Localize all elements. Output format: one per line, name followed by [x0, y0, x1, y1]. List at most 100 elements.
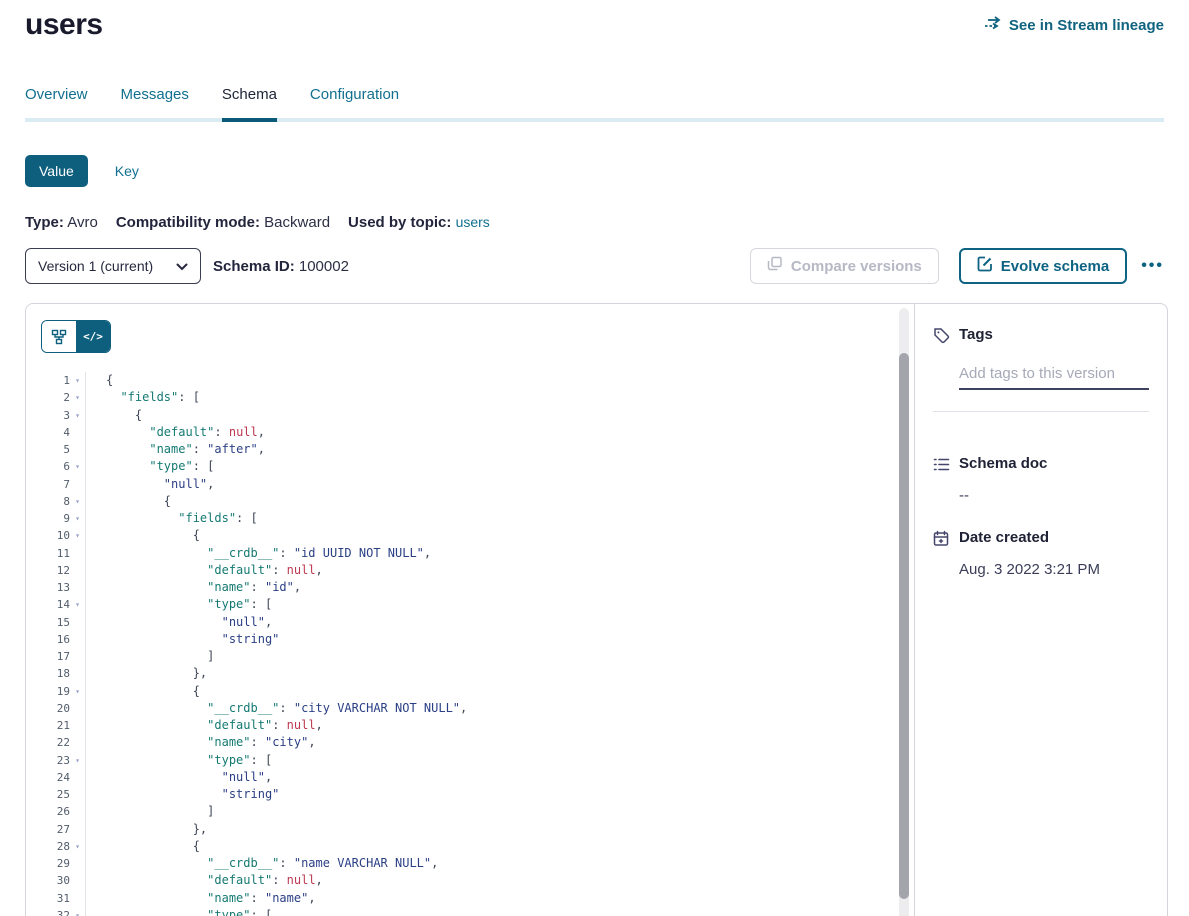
- code-view-button[interactable]: </>: [76, 321, 110, 352]
- schema-doc-value: --: [959, 487, 1149, 504]
- code-line-23: 23▾ "type": [: [26, 752, 898, 769]
- schema-type: Type: Avro: [25, 214, 98, 231]
- fold-spacer: [70, 803, 85, 820]
- line-number: 22: [26, 734, 70, 751]
- value-toggle-button[interactable]: Value: [25, 155, 88, 187]
- fold-spacer: [70, 855, 85, 872]
- value-key-toggle: Value Key: [25, 155, 1164, 187]
- tree-view-button[interactable]: [42, 321, 76, 352]
- code-text: "__crdb__": "city VARCHAR NOT NULL",: [86, 700, 467, 717]
- code-line-9: 9▾ "fields": [: [26, 510, 898, 527]
- version-select[interactable]: Version 1 (current): [25, 248, 201, 284]
- code-text: {: [86, 493, 171, 510]
- fold-toggle-icon[interactable]: ▾: [70, 596, 85, 613]
- code-line-6: 6▾ "type": [: [26, 458, 898, 475]
- fold-toggle-icon[interactable]: ▾: [70, 527, 85, 544]
- fold-spacer: [70, 717, 85, 734]
- add-tags-input[interactable]: [959, 365, 1149, 390]
- compatibility-mode: Compatibility mode: Backward: [116, 214, 330, 231]
- code-text: ]: [86, 803, 214, 820]
- line-number: 6: [26, 458, 70, 475]
- code-line-5: 5 "name": "after",: [26, 441, 898, 458]
- tab-configuration[interactable]: Configuration: [310, 86, 399, 118]
- fold-toggle-icon[interactable]: ▾: [70, 372, 85, 389]
- code-line-14: 14▾ "type": [: [26, 596, 898, 613]
- line-number: 24: [26, 769, 70, 786]
- fold-spacer: [70, 441, 85, 458]
- fold-spacer: [70, 614, 85, 631]
- key-toggle-link[interactable]: Key: [115, 163, 139, 179]
- code-line-7: 7 "null",: [26, 476, 898, 493]
- code-text: {: [86, 407, 142, 424]
- fold-toggle-icon[interactable]: ▾: [70, 389, 85, 406]
- version-toolbar: Version 1 (current) Schema ID: 100002 Co…: [25, 248, 1164, 284]
- code-line-11: 11 "__crdb__": "id UUID NOT NULL",: [26, 545, 898, 562]
- editor-view-toggle: </>: [41, 320, 111, 353]
- sidebar-divider: [933, 411, 1149, 412]
- code-text: "name": "id",: [86, 579, 301, 596]
- tab-messages[interactable]: Messages: [121, 86, 189, 118]
- topic-link[interactable]: users: [456, 214, 490, 230]
- stream-lineage-icon: [984, 16, 1002, 34]
- editor-scrollbar-thumb[interactable]: [899, 353, 909, 899]
- chevron-down-icon: [176, 258, 188, 274]
- list-icon: [933, 456, 950, 478]
- line-number: 17: [26, 648, 70, 665]
- tab-overview[interactable]: Overview: [25, 86, 88, 118]
- code-line-3: 3▾ {: [26, 407, 898, 424]
- line-number: 3: [26, 407, 70, 424]
- code-text: {: [86, 527, 200, 544]
- evolve-schema-button[interactable]: Evolve schema: [959, 248, 1127, 284]
- fold-toggle-icon[interactable]: ▾: [70, 493, 85, 510]
- fold-toggle-icon[interactable]: ▾: [70, 683, 85, 700]
- fold-toggle-icon[interactable]: ▾: [70, 752, 85, 769]
- line-number: 5: [26, 441, 70, 458]
- tab-bar: Overview Messages Schema Configuration: [25, 86, 1164, 122]
- code-lines: 1▾{2▾ "fields": [3▾ {4 "default": null,5…: [26, 372, 898, 916]
- line-number: 10: [26, 527, 70, 544]
- fold-spacer: [70, 665, 85, 682]
- tag-icon: [933, 327, 950, 349]
- fold-toggle-icon[interactable]: ▾: [70, 458, 85, 475]
- fold-spacer: [70, 562, 85, 579]
- compare-icon: [767, 256, 783, 276]
- compare-versions-button[interactable]: Compare versions: [750, 248, 939, 284]
- code-line-8: 8▾ {: [26, 493, 898, 510]
- code-line-17: 17 ]: [26, 648, 898, 665]
- stream-lineage-link[interactable]: See in Stream lineage: [984, 16, 1164, 34]
- code-text: "string": [86, 786, 279, 803]
- tab-schema[interactable]: Schema: [222, 86, 277, 118]
- more-options-button[interactable]: •••: [1141, 257, 1164, 275]
- fold-spacer: [70, 734, 85, 751]
- code-text: "name": "city",: [86, 734, 316, 751]
- code-text: "type": [: [86, 752, 272, 769]
- line-number: 32: [26, 907, 70, 916]
- code-text: "default": null,: [86, 717, 323, 734]
- fold-toggle-icon[interactable]: ▾: [70, 838, 85, 855]
- code-text: {: [86, 683, 200, 700]
- line-number: 7: [26, 476, 70, 493]
- fold-toggle-icon[interactable]: ▾: [70, 510, 85, 527]
- schema-doc-section-header: Schema doc: [933, 455, 1149, 478]
- code-text: "type": [: [86, 596, 272, 613]
- code-line-4: 4 "default": null,: [26, 424, 898, 441]
- line-number: 9: [26, 510, 70, 527]
- fold-spacer: [70, 769, 85, 786]
- line-number: 13: [26, 579, 70, 596]
- code-line-12: 12 "default": null,: [26, 562, 898, 579]
- line-number: 23: [26, 752, 70, 769]
- fold-spacer: [70, 786, 85, 803]
- line-number: 20: [26, 700, 70, 717]
- code-line-32: 32▾ "type": [: [26, 907, 898, 916]
- code-text: "default": null,: [86, 872, 323, 889]
- code-line-16: 16 "string": [26, 631, 898, 648]
- tags-section-header: Tags: [933, 326, 1149, 349]
- fold-toggle-icon[interactable]: ▾: [70, 407, 85, 424]
- code-line-28: 28▾ {: [26, 838, 898, 855]
- code-text: "null",: [86, 769, 272, 786]
- fold-toggle-icon[interactable]: ▾: [70, 907, 85, 916]
- code-line-22: 22 "name": "city",: [26, 734, 898, 751]
- fold-spacer: [70, 424, 85, 441]
- schema-doc-title: Schema doc: [959, 455, 1047, 472]
- code-text: "name": "after",: [86, 441, 265, 458]
